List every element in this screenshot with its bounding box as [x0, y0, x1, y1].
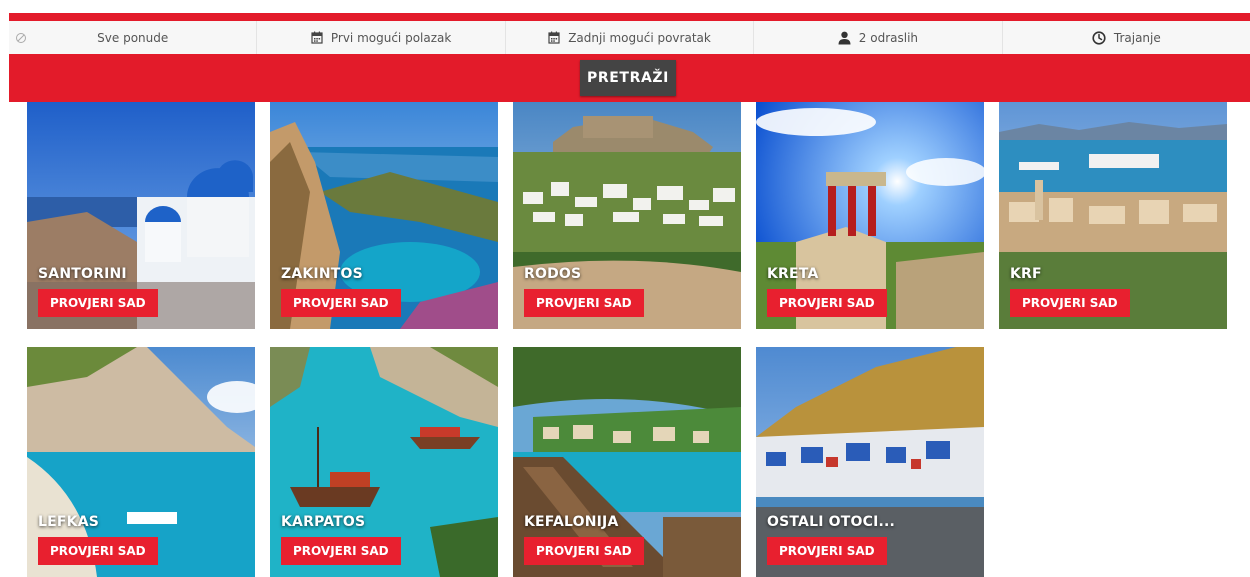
- destination-title: KEFALONIJA: [524, 514, 619, 530]
- return-filter[interactable]: Zadnji mogući povratak: [506, 21, 755, 54]
- page: Sve ponude Prvi mogući polazak Zadnji mo…: [0, 0, 1250, 577]
- calendar-icon: [548, 31, 560, 44]
- destination-title: KRF: [1010, 266, 1042, 282]
- destination-card-rodos[interactable]: RODOS PROVJERI SAD: [513, 102, 741, 329]
- destination-card-santorini[interactable]: SANTORINI PROVJERI SAD: [27, 102, 255, 329]
- calendar-icon: [311, 31, 323, 44]
- destination-title: SANTORINI: [38, 266, 127, 282]
- duration-filter[interactable]: Trajanje: [1003, 21, 1250, 54]
- destination-title: LEFKAS: [38, 514, 100, 530]
- destination-card-zakintos[interactable]: ZAKINTOS PROVJERI SAD: [270, 102, 498, 329]
- guests-filter-label: 2 odraslih: [858, 30, 919, 45]
- offers-filter[interactable]: Sve ponude: [9, 21, 258, 54]
- ban-icon: [16, 32, 26, 43]
- duration-filter-label: Trajanje: [1113, 30, 1161, 45]
- destination-card-kreta[interactable]: KRETA PROVJERI SAD: [756, 102, 984, 329]
- check-now-button[interactable]: PROVJERI SAD: [281, 537, 401, 565]
- filter-bar: Sve ponude Prvi mogući polazak Zadnji mo…: [9, 21, 1250, 54]
- departure-filter-label: Prvi mogući polazak: [330, 30, 452, 45]
- check-now-button[interactable]: PROVJERI SAD: [281, 289, 401, 317]
- check-now-button[interactable]: PROVJERI SAD: [767, 289, 887, 317]
- destination-card-krf[interactable]: KRF PROVJERI SAD: [999, 102, 1227, 329]
- search-panel: Sve ponude Prvi mogući polazak Zadnji mo…: [9, 13, 1250, 102]
- destination-title: ZAKINTOS: [281, 266, 363, 282]
- clock-icon: [1092, 30, 1106, 45]
- check-now-button[interactable]: PROVJERI SAD: [524, 537, 644, 565]
- check-now-button[interactable]: PROVJERI SAD: [1010, 289, 1130, 317]
- destination-card-ostali-otoci[interactable]: OSTALI OTOCI... PROVJERI SAD: [756, 347, 984, 577]
- destination-title: RODOS: [524, 266, 582, 282]
- offers-filter-label: Sve ponude: [97, 30, 169, 45]
- check-now-button[interactable]: PROVJERI SAD: [767, 537, 887, 565]
- user-icon: [838, 31, 851, 44]
- destination-title: OSTALI OTOCI...: [767, 514, 896, 530]
- destination-title: KRETA: [767, 266, 819, 282]
- check-now-button[interactable]: PROVJERI SAD: [38, 289, 158, 317]
- destination-card-lefkas[interactable]: LEFKAS PROVJERI SAD: [27, 347, 255, 577]
- destination-title: KARPATOS: [281, 514, 366, 530]
- departure-filter[interactable]: Prvi mogući polazak: [257, 21, 506, 54]
- destination-card-kefalonija[interactable]: KEFALONIJA PROVJERI SAD: [513, 347, 741, 577]
- return-filter-label: Zadnji mogući povratak: [568, 30, 711, 45]
- destination-card-karpatos[interactable]: KARPATOS PROVJERI SAD: [270, 347, 498, 577]
- guests-filter[interactable]: 2 odraslih: [754, 21, 1003, 54]
- check-now-button[interactable]: PROVJERI SAD: [524, 289, 644, 317]
- search-button[interactable]: PRETRAŽI: [580, 60, 676, 96]
- check-now-button[interactable]: PROVJERI SAD: [38, 537, 158, 565]
